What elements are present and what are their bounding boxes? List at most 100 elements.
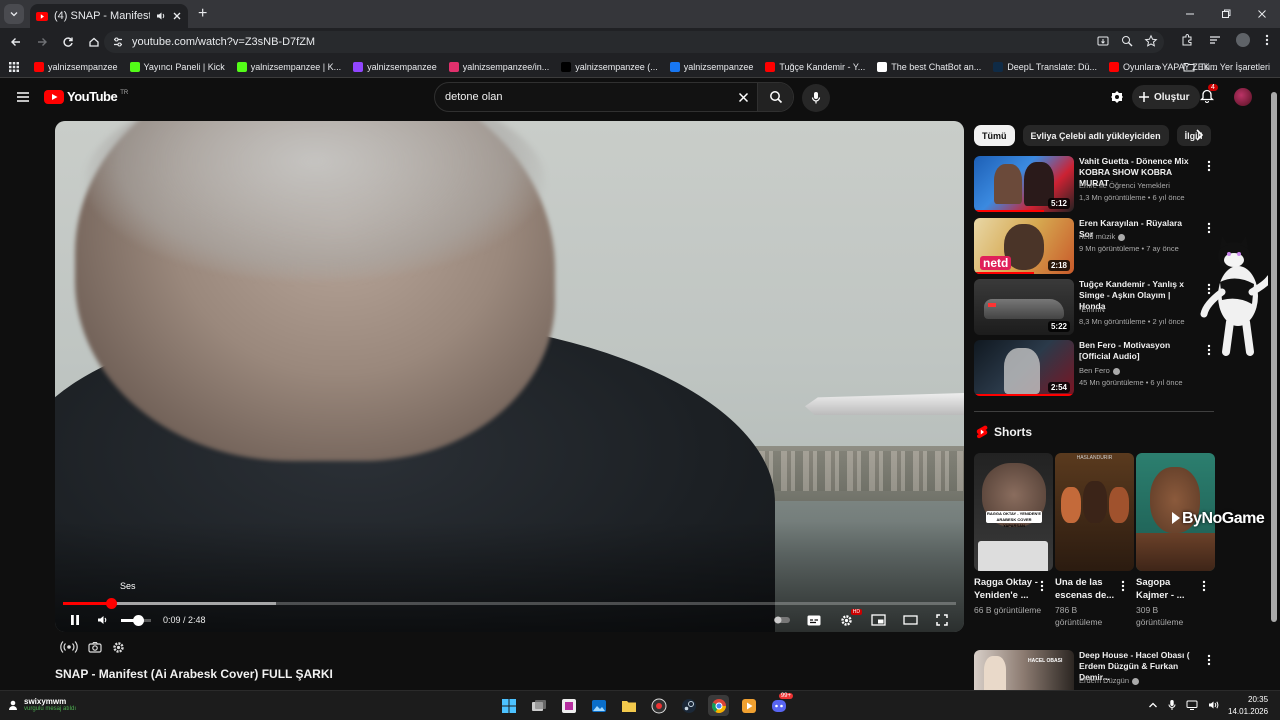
reading-list-icon[interactable] bbox=[1208, 33, 1222, 47]
screenshot-camera-icon[interactable] bbox=[88, 641, 102, 653]
recommendation-item[interactable]: HACEL OBASI Deep House - Hacel Obası ( E… bbox=[974, 650, 1219, 690]
start-button[interactable] bbox=[498, 695, 519, 716]
pause-button[interactable] bbox=[61, 608, 89, 632]
thumbnail[interactable]: netd 2:18 bbox=[974, 218, 1074, 274]
restore-button[interactable] bbox=[1208, 0, 1244, 28]
discord-app[interactable]: 99+ bbox=[768, 693, 793, 716]
chevron-up-icon[interactable] bbox=[1148, 701, 1158, 709]
bookmark-item[interactable]: yalnizsempanzee (... bbox=[561, 61, 658, 72]
volume-knob[interactable] bbox=[132, 614, 144, 626]
kebab-menu-icon[interactable] bbox=[1264, 33, 1270, 47]
speaker-icon[interactable] bbox=[1208, 700, 1220, 710]
browser-tab-active[interactable]: (4) SNAP - Manifest (Ai Arabesk Cover) F… bbox=[30, 4, 188, 28]
recommendation-title[interactable]: Ben Fero - Motivasyon [Official Audio] bbox=[1079, 340, 1197, 362]
subtitles-button[interactable] bbox=[800, 608, 828, 632]
notification-toast[interactable]: swixymwm vurgulu mesaj atıldı bbox=[8, 697, 76, 712]
account-avatar[interactable] bbox=[1234, 88, 1252, 106]
short-item[interactable]: HASLANDURIR bbox=[1055, 453, 1134, 571]
chrome-app[interactable] bbox=[708, 695, 729, 716]
thumbnail[interactable]: 5:22 bbox=[974, 279, 1074, 335]
photos-app[interactable] bbox=[588, 695, 609, 716]
task-view-button[interactable] bbox=[528, 695, 549, 716]
profile-avatar-icon[interactable] bbox=[1236, 33, 1250, 47]
chevron-double-right-icon[interactable]: » bbox=[1156, 62, 1161, 72]
autoplay-toggle[interactable] bbox=[768, 608, 796, 632]
thumbnail[interactable]: 2:54 bbox=[974, 340, 1074, 396]
recommendation-item[interactable]: 2:54 Ben Fero - Motivasyon [Official Aud… bbox=[974, 340, 1219, 398]
broadcast-icon[interactable] bbox=[60, 640, 78, 654]
bookmark-item[interactable]: DeepL Translate: Dü... bbox=[993, 61, 1097, 72]
system-clock[interactable]: 20:35 14.01.2026 bbox=[1228, 694, 1268, 718]
forward-button[interactable] bbox=[30, 30, 54, 54]
bookmark-item[interactable]: The best ChatBot an... bbox=[877, 61, 981, 72]
microphone-icon[interactable] bbox=[1168, 699, 1176, 711]
recommendation-item[interactable]: 5:12 Vahit Guetta - Dönence Mix KOBRA SH… bbox=[974, 156, 1219, 214]
video-player[interactable]: Ses 0:09 / 2:48 HD bbox=[55, 121, 964, 632]
hamburger-menu-icon[interactable] bbox=[16, 91, 30, 103]
page-scrollbar-thumb[interactable] bbox=[1271, 92, 1277, 622]
mute-button[interactable] bbox=[89, 608, 117, 632]
media-player-app[interactable] bbox=[738, 695, 759, 716]
bookmark-item[interactable]: yalnizsempanzee bbox=[34, 61, 118, 72]
channel-name[interactable]: Erdem Düzgün bbox=[1079, 676, 1140, 685]
thumbnail[interactable]: 5:12 bbox=[974, 156, 1074, 212]
bookmark-item[interactable]: yalnizsempanzee bbox=[669, 61, 753, 72]
short-title[interactable]: Ragga Oktay - Yeniden'e ... bbox=[974, 576, 1038, 602]
bookmark-item[interactable]: yalnizsempanzee bbox=[353, 61, 437, 72]
channel-name[interactable]: netd müzik bbox=[1079, 232, 1126, 241]
chip-all[interactable]: Tümü bbox=[974, 125, 1015, 146]
back-button[interactable] bbox=[4, 30, 28, 54]
file-explorer-app[interactable] bbox=[618, 695, 639, 716]
kebab-menu-icon[interactable] bbox=[1207, 160, 1211, 172]
network-icon[interactable] bbox=[1186, 700, 1198, 710]
kebab-menu-icon[interactable] bbox=[1207, 222, 1211, 234]
reload-button[interactable] bbox=[56, 30, 80, 54]
studio-icon[interactable] bbox=[1110, 90, 1124, 104]
chevron-right-icon[interactable] bbox=[1194, 128, 1204, 142]
recommendation-item[interactable]: 5:22 Tuğçe Kandemir - Yanlış x Simge - A… bbox=[974, 279, 1219, 337]
gear-icon[interactable] bbox=[112, 641, 125, 654]
chip-from-uploader[interactable]: Evliya Çelebi adlı yükleyiciden bbox=[1022, 125, 1169, 146]
channel-name[interactable]: Ben Fero bbox=[1079, 366, 1120, 375]
steam-app[interactable] bbox=[678, 695, 699, 716]
bookmark-star-icon[interactable] bbox=[1144, 34, 1158, 48]
voice-search-button[interactable] bbox=[802, 84, 830, 112]
tab-search-button[interactable] bbox=[4, 4, 24, 24]
create-button[interactable]: Oluştur bbox=[1132, 85, 1200, 109]
theater-mode-button[interactable] bbox=[896, 608, 924, 632]
home-button[interactable] bbox=[82, 30, 106, 54]
address-bar[interactable]: youtube.com/watch?v=Z3sNB-D7fZM bbox=[104, 31, 1164, 53]
kebab-menu-icon[interactable] bbox=[1121, 580, 1125, 592]
youtube-logo[interactable]: YouTube TR bbox=[44, 89, 128, 104]
kebab-menu-icon[interactable] bbox=[1202, 580, 1206, 592]
short-title[interactable]: Una de las escenas de... bbox=[1055, 576, 1119, 602]
site-info-icon[interactable] bbox=[112, 36, 124, 48]
all-bookmarks-link[interactable]: Tüm Yer İşaretleri bbox=[1199, 62, 1270, 72]
bookmark-item[interactable]: Yayıncı Paneli | Kick bbox=[129, 61, 225, 72]
close-window-button[interactable] bbox=[1244, 0, 1280, 28]
close-tab-icon[interactable] bbox=[172, 11, 182, 21]
new-tab-button[interactable]: + bbox=[198, 5, 207, 23]
volume-slider[interactable] bbox=[121, 614, 151, 626]
snipping-tool-app[interactable] bbox=[558, 695, 579, 716]
short-title[interactable]: Sagopa Kajmer - ... bbox=[1136, 576, 1200, 602]
obs-app[interactable] bbox=[648, 695, 669, 716]
kebab-menu-icon[interactable] bbox=[1040, 580, 1044, 592]
search-input[interactable]: detone olan bbox=[435, 91, 729, 103]
channel-name[interactable]: Emre İle Öğrenci Yemekleri bbox=[1079, 181, 1170, 190]
search-button[interactable] bbox=[757, 83, 793, 111]
notifications-button[interactable]: 4 bbox=[1200, 84, 1218, 103]
bookmark-item[interactable]: yalnizsempanzee | K... bbox=[236, 61, 341, 72]
channel-name[interactable]: -EmrhN bbox=[1079, 305, 1105, 314]
install-app-icon[interactable] bbox=[1096, 34, 1110, 48]
zoom-icon[interactable] bbox=[1120, 34, 1134, 48]
extensions-icon[interactable] bbox=[1180, 33, 1194, 47]
bookmark-item[interactable]: yalnizsempanzee/in... bbox=[448, 61, 549, 72]
miniplayer-button[interactable] bbox=[864, 608, 892, 632]
kebab-menu-icon[interactable] bbox=[1207, 654, 1211, 666]
clear-search-button[interactable] bbox=[729, 92, 757, 103]
audio-playing-icon[interactable] bbox=[156, 11, 166, 21]
recommendation-item[interactable]: netd 2:18 Eren Karayılan - Rüyalara Sor … bbox=[974, 218, 1219, 276]
minimize-button[interactable] bbox=[1172, 0, 1208, 28]
thumbnail[interactable]: HACEL OBASI bbox=[974, 650, 1074, 690]
